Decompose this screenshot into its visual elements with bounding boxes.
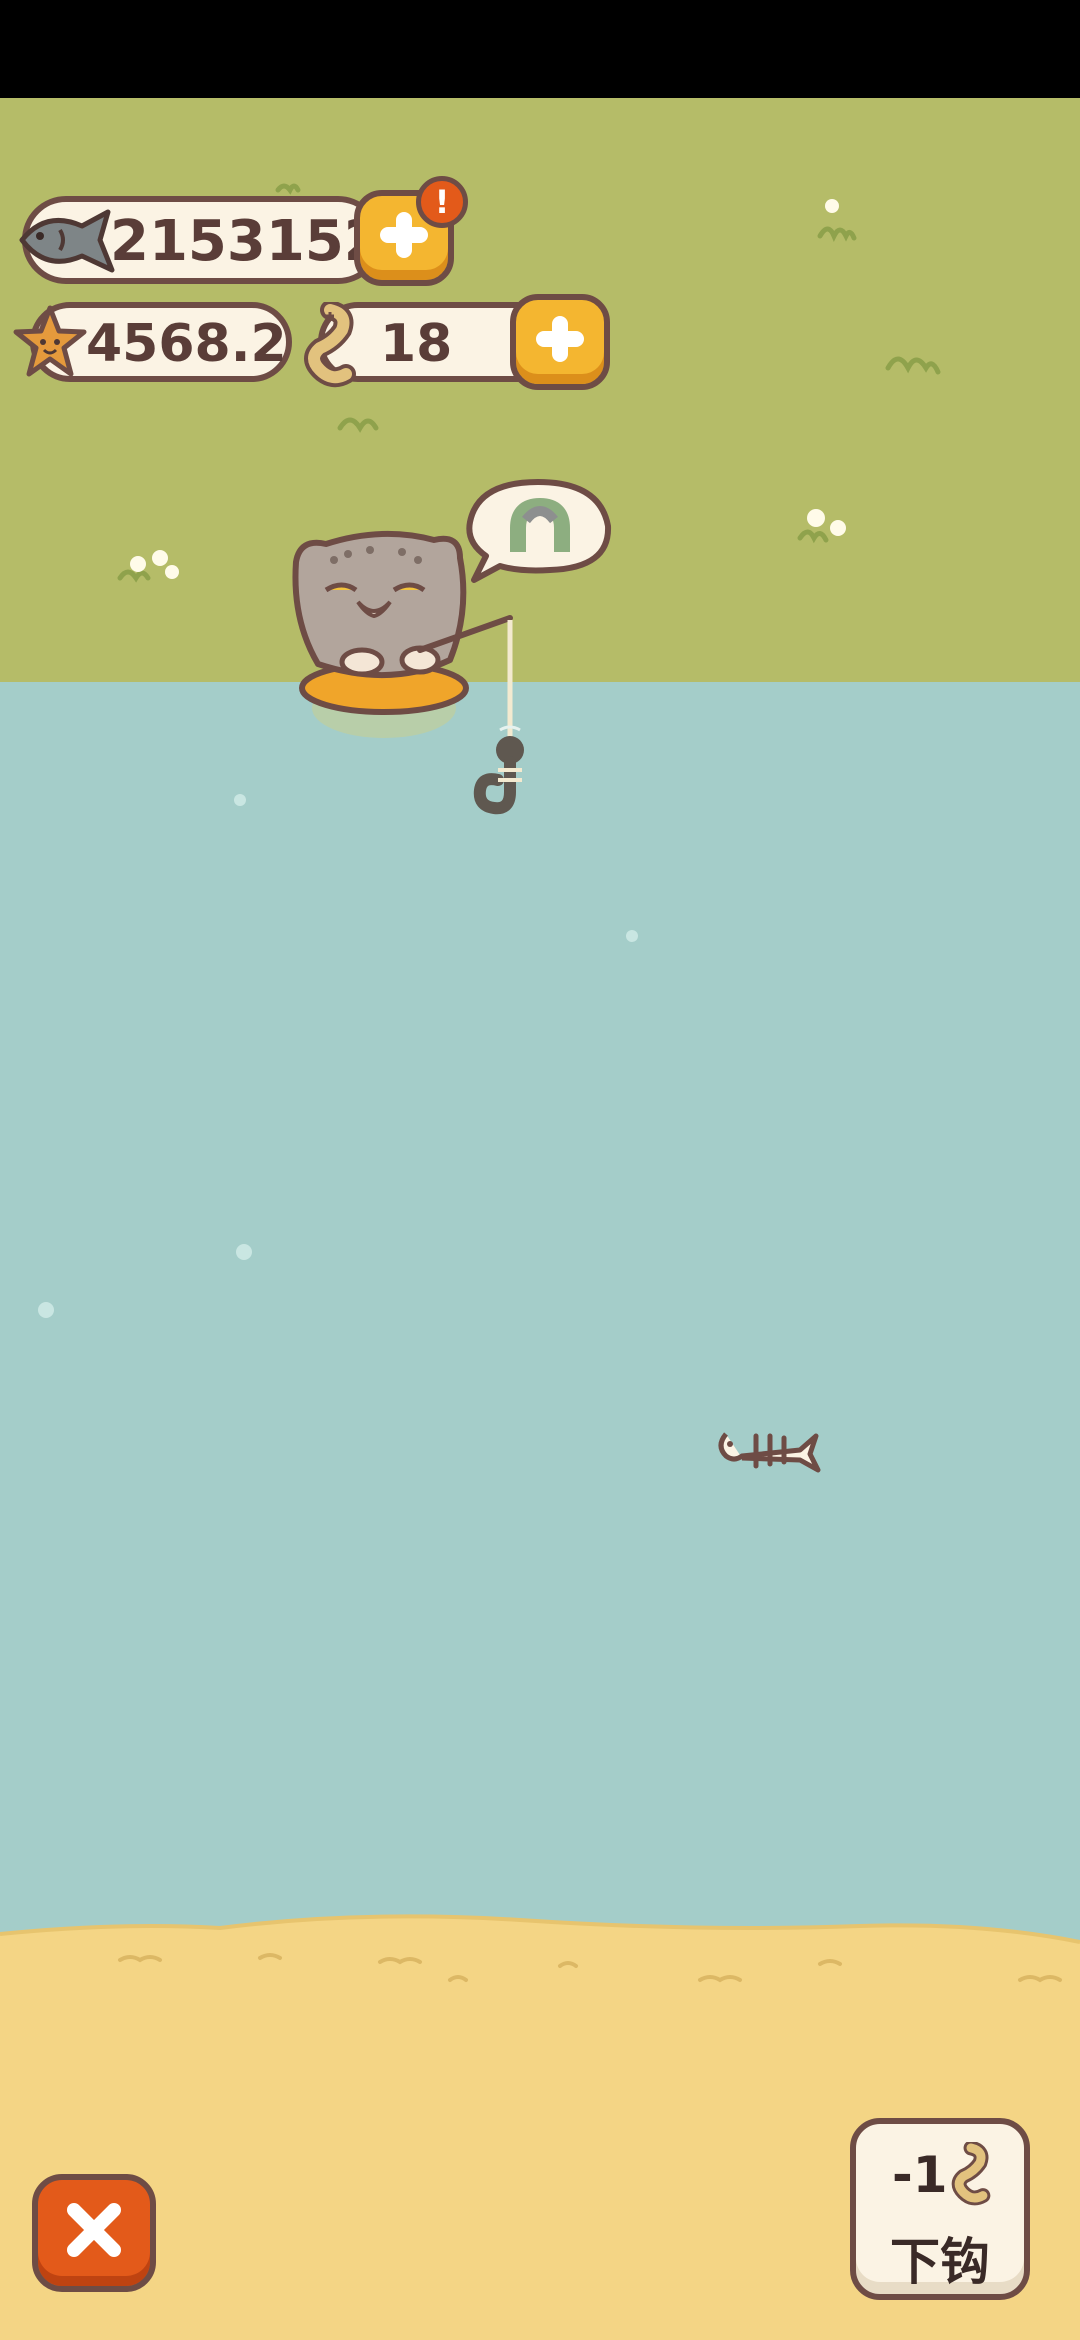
fishing-hook-icon — [473, 736, 524, 815]
fish-count: 2153152 — [110, 209, 383, 274]
bait-worm-icon — [951, 2142, 991, 2206]
plus-icon — [536, 316, 584, 362]
starfish-icon — [13, 305, 87, 377]
alert-badge: ! — [416, 176, 468, 228]
close-icon — [67, 2203, 121, 2257]
bait-worm-icon — [304, 302, 356, 388]
fishbone-icon[interactable] — [712, 1406, 822, 1486]
water — [0, 682, 1080, 1962]
bait-count: 18 — [380, 314, 453, 374]
fishing-line — [473, 620, 524, 815]
add-bait-button[interactable] — [510, 294, 610, 390]
status-bar — [0, 0, 1080, 98]
close-button[interactable] — [32, 2174, 156, 2292]
cast-hook-button[interactable]: -1 下钩 — [850, 2118, 1030, 2300]
bait-cost: -1 — [892, 2146, 948, 2204]
cast-hook-label: 下钩 — [890, 2233, 990, 2291]
star-count: 4568.2 — [86, 314, 287, 374]
fish-icon — [19, 209, 115, 273]
